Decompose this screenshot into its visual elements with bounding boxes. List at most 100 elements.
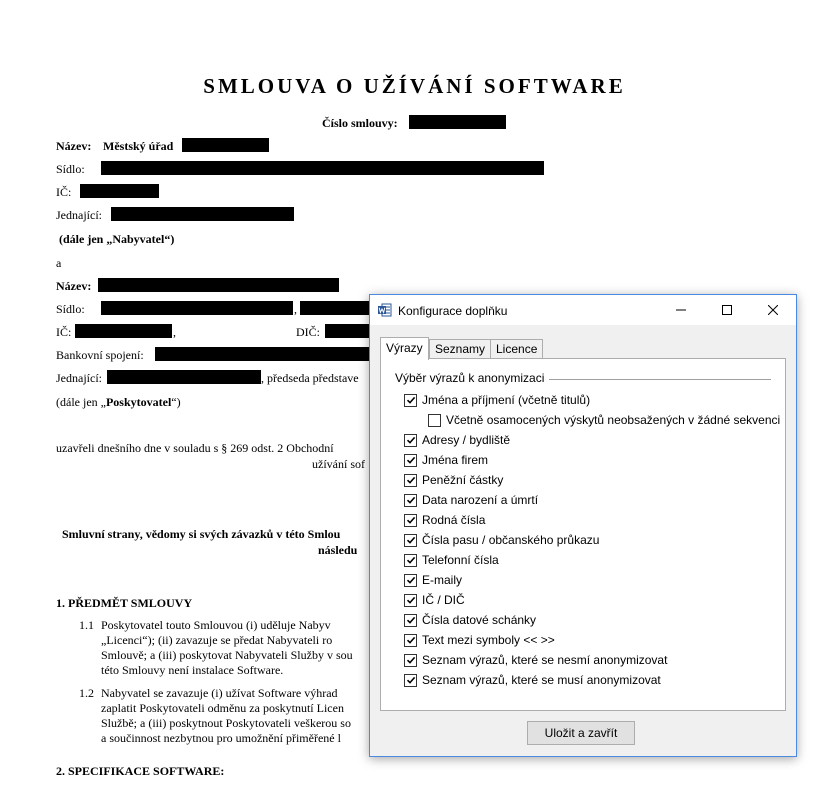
option-row[interactable]: E-maily [404, 573, 462, 587]
option-label: Telefonní čísla [422, 553, 499, 567]
option-label: Seznam výrazů, které se musí anonymizova… [422, 673, 661, 687]
option-row[interactable]: Čísla datové schánky [404, 613, 536, 627]
tab-seznamy[interactable]: Seznamy [429, 339, 492, 358]
party1-alias: (dále jen „Nabyvatel“) [59, 232, 175, 246]
section2-heading: 2. SPECIFIKACE SOFTWARE: [56, 764, 225, 778]
redaction-party2-acting [107, 370, 261, 384]
option-row[interactable]: Seznam výrazů, které se nesmí anonymizov… [404, 653, 667, 667]
intro-line-2: užívání sof [312, 457, 365, 471]
party1-name-value: Městský úřad [103, 139, 174, 153]
option-row[interactable]: Rodná čísla [404, 513, 485, 527]
option-label: IČ / DIČ [422, 593, 465, 607]
redaction-party2-seat [101, 301, 293, 315]
check-icon [406, 476, 415, 484]
checkbox-checked[interactable] [404, 573, 417, 587]
checkbox-checked[interactable] [404, 673, 417, 687]
checkbox-checked[interactable] [404, 493, 417, 507]
checkbox-checked[interactable] [404, 633, 417, 647]
option-row[interactable]: Data narození a úmrtí [404, 493, 538, 507]
option-label: Data narození a úmrtí [422, 493, 539, 507]
check-icon [406, 576, 415, 584]
checkbox-checked[interactable] [404, 533, 417, 547]
maximize-button[interactable] [704, 295, 750, 325]
checkbox-checked[interactable] [404, 593, 417, 607]
option-label: E-maily [422, 573, 463, 587]
option-label: Adresy / bydliště [422, 433, 511, 447]
option-row[interactable]: Jména a příjmení (včetně titulů) [404, 393, 590, 407]
check-icon [406, 596, 415, 604]
redaction-party2-seat-2 [300, 301, 369, 315]
check-icon [406, 536, 415, 544]
option-label: Jména a příjmení (včetně titulů) [422, 393, 591, 407]
redaction-contract-number [409, 115, 506, 129]
checkbox-unchecked[interactable] [428, 413, 441, 427]
party2-ic-label: IČ: [56, 325, 72, 339]
intro-line-1: uzavřeli dnešního dne v souladu s § 269 … [56, 441, 334, 455]
option-row[interactable]: Text mezi symboly << >> [404, 633, 555, 647]
option-row[interactable]: Seznam výrazů, které se musí anonymizova… [404, 673, 661, 687]
option-row[interactable]: IČ / DIČ [404, 593, 465, 607]
checkbox-checked[interactable] [404, 613, 417, 627]
option-label: Text mezi symboly << >> [422, 633, 555, 647]
tab-licence[interactable]: Licence [490, 339, 544, 358]
check-icon [406, 676, 415, 684]
connector-a: a [56, 256, 62, 270]
checkbox-checked[interactable] [404, 653, 417, 667]
party2-acting-label: Jednající: [56, 371, 102, 385]
option-row[interactable]: Čísla pasu / občanského průkazu [404, 533, 599, 547]
redaction-party2-dic [325, 324, 369, 338]
checkbox-checked[interactable] [404, 453, 417, 467]
s11-line-4: této Smlouvy není instalace Software. [101, 663, 284, 677]
party1-acting-label: Jednající: [56, 208, 102, 222]
s11-number: 1.1 [79, 618, 94, 632]
option-label: Čísla datové schánky [422, 613, 537, 627]
redaction-party1-acting [111, 207, 294, 221]
parties-line-2: následu [318, 543, 358, 557]
close-icon [768, 305, 778, 315]
dialog-titlebar[interactable]: Konfigurace doplňku [370, 295, 796, 325]
option-label: Peněžní částky [422, 473, 504, 487]
checkbox-checked[interactable] [404, 433, 417, 447]
minimize-button[interactable] [658, 295, 704, 325]
checkbox-checked[interactable] [404, 473, 417, 487]
check-icon [406, 556, 415, 564]
party1-name-label: Název: [56, 139, 92, 153]
option-label: Rodná čísla [422, 513, 486, 527]
s12-line-2: zaplatit Poskytovateli odměnu za poskytn… [101, 701, 344, 715]
s12-line-4: a součinnost nezbytnou pro umožnění přim… [101, 731, 341, 745]
parties-line-1: Smluvní strany, vědomy si svých závazků … [62, 527, 341, 541]
s11-line-1: Poskytovatel touto Smlouvou (i) uděluje … [101, 618, 331, 632]
party1-seat-label: Sídlo: [56, 162, 85, 176]
document-title: SMLOUVA O UŽÍVÁNÍ SOFTWARE [203, 74, 626, 98]
check-icon [406, 636, 415, 644]
group-label: Výběr výrazů k anonymizaci [395, 371, 551, 385]
option-row[interactable]: Jména firem [404, 453, 488, 467]
redaction-party1-name [182, 138, 269, 152]
redaction-party1-ic [80, 184, 159, 198]
group-divider [549, 379, 771, 380]
contract-number-label: Číslo smlouvy: [322, 116, 398, 130]
save-and-close-button[interactable]: Uložit a zavřít [527, 721, 635, 745]
tab-vyrazy[interactable]: Výrazy [380, 337, 429, 360]
redaction-party2-bank [155, 347, 369, 361]
option-label: Seznam výrazů, které se nesmí anonymizov… [422, 653, 668, 667]
option-row[interactable]: Telefonní čísla [404, 553, 499, 567]
option-row[interactable]: Včetně osamocených výskytů neobsažených … [428, 413, 780, 427]
party2-ic-comma: , [173, 325, 176, 339]
redaction-party2-name [98, 278, 339, 292]
checkbox-checked[interactable] [404, 393, 417, 407]
s11-line-2: „Licenci“); (ii) zavazuje se předat Naby… [101, 633, 333, 647]
option-row[interactable]: Adresy / bydliště [404, 433, 510, 447]
tab-panel-vyrazy: Výběr výrazů k anonymizaci Jména a příjm… [380, 358, 786, 711]
maximize-icon [722, 305, 732, 315]
party2-seat-comma: , [294, 302, 297, 316]
check-icon [406, 516, 415, 524]
close-button[interactable] [750, 295, 796, 325]
option-row[interactable]: Peněžní částky [404, 473, 503, 487]
check-icon [406, 436, 415, 444]
check-icon [406, 496, 415, 504]
checkbox-checked[interactable] [404, 513, 417, 527]
checkbox-checked[interactable] [404, 553, 417, 567]
s12-number: 1.2 [79, 686, 94, 700]
s11-line-3: Smlouvě; a (iii) poskytovat Nabyvateli S… [101, 648, 353, 662]
